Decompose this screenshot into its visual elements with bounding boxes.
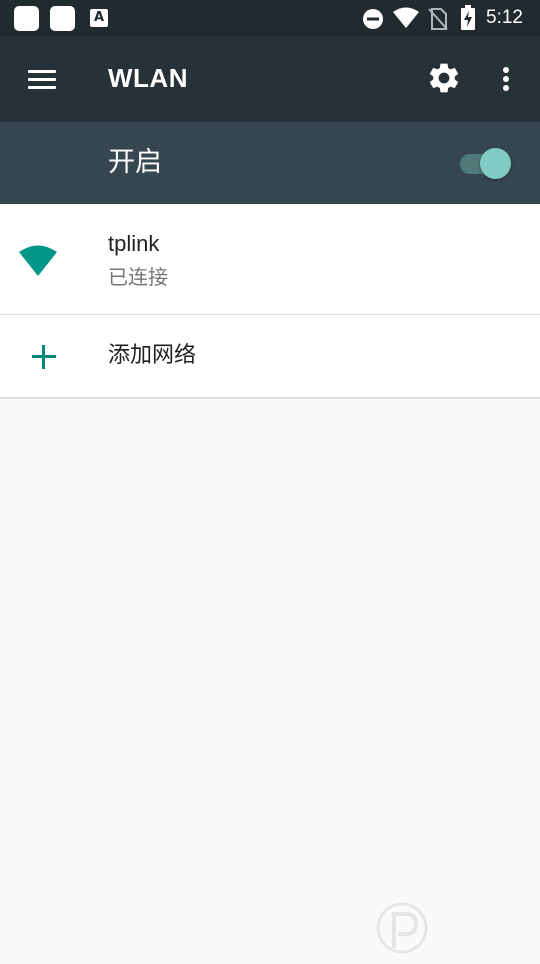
add-network-item[interactable]: 添加网络 [0,315,540,397]
divider [0,397,540,399]
wifi-icon [19,245,57,276]
more-options-button[interactable] [494,62,518,96]
network-status: 已连接 [108,265,168,289]
add-network-label: 添加网络 [108,343,197,368]
wifi-signal-icon [393,7,419,28]
app-square-icon [14,6,39,31]
status-time: 5:12 [486,7,523,28]
accessibility-a-icon: A [90,9,108,27]
status-bar: A 5:12 [0,0,540,36]
settings-button[interactable] [426,60,462,96]
plus-icon [32,345,56,369]
watermark-logo [372,898,540,960]
wlan-toggle[interactable] [458,146,514,182]
network-name: tplink [108,231,160,256]
no-sim-icon [428,8,448,30]
app-square-icon [50,6,75,31]
menu-button[interactable] [26,66,58,92]
watermark-p-icon [376,902,428,954]
gear-icon [429,63,459,93]
app-toolbar: WLAN [0,36,540,122]
battery-charging-icon [461,5,475,30]
page-title: WLAN [108,63,188,93]
toggle-thumb [480,148,511,179]
wlan-switch-bar[interactable]: 开启 [0,122,540,204]
do-not-disturb-icon [363,9,383,29]
switch-label: 开启 [108,147,162,178]
network-item-tplink[interactable]: tplink 已连接 [0,204,540,314]
